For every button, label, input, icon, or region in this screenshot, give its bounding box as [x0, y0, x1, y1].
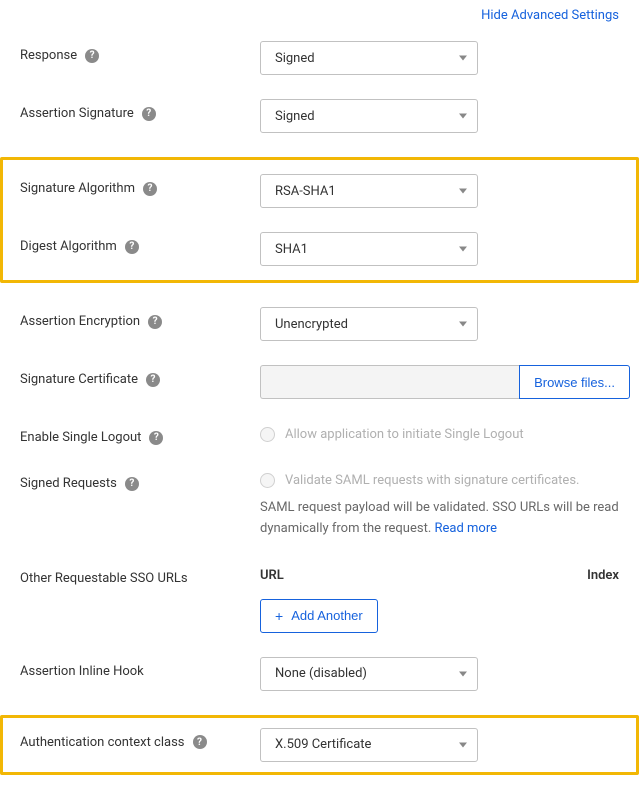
url-column-header: URL [260, 568, 587, 583]
add-another-button[interactable]: + Add Another [260, 599, 378, 633]
help-icon[interactable]: ? [148, 315, 162, 329]
auth-context-highlight-box: Authentication context class ? X.509 Cer… [0, 715, 639, 775]
signature-certificate-row: Signature Certificate ? Browse files... [20, 365, 619, 399]
help-icon[interactable]: ? [85, 49, 99, 63]
assertion-inline-hook-select[interactable]: None (disabled) [260, 657, 478, 691]
signed-requests-label: Signed Requests ? [20, 469, 260, 491]
help-icon[interactable]: ? [193, 735, 207, 749]
help-icon[interactable]: ? [125, 240, 139, 254]
help-icon[interactable]: ? [146, 373, 160, 387]
checkbox-label: Validate SAML requests with signature ce… [285, 473, 579, 488]
response-label: Response ? [20, 41, 260, 63]
index-column-header: Index [587, 568, 619, 583]
browse-files-button[interactable]: Browse files... [519, 365, 630, 399]
assertion-signature-label: Assertion Signature ? [20, 99, 260, 121]
assertion-encryption-label: Assertion Encryption ? [20, 307, 260, 329]
help-icon[interactable]: ? [125, 477, 139, 491]
help-icon[interactable]: ? [143, 182, 157, 196]
chevron-down-icon [459, 56, 467, 61]
digest-algorithm-row: Digest Algorithm ? SHA1 [20, 232, 619, 266]
chevron-down-icon [459, 671, 467, 676]
enable-single-logout-row: Enable Single Logout ? Allow application… [20, 423, 619, 445]
read-more-link[interactable]: Read more [434, 521, 497, 536]
response-select[interactable]: Signed [260, 41, 478, 75]
chevron-down-icon [459, 189, 467, 194]
assertion-encryption-row: Assertion Encryption ? Unencrypted [20, 307, 619, 341]
enable-single-logout-checkbox[interactable] [260, 427, 275, 442]
assertion-signature-select[interactable]: Signed [260, 99, 478, 133]
assertion-signature-row: Assertion Signature ? Signed [20, 99, 619, 133]
signed-requests-row: Signed Requests ? Validate SAML requests… [20, 469, 619, 540]
other-sso-urls-row: Other Requestable SSO URLs URL Index + A… [20, 564, 619, 633]
chevron-down-icon [459, 742, 467, 747]
digest-algorithm-label: Digest Algorithm ? [20, 232, 260, 254]
auth-context-label: Authentication context class ? [20, 728, 260, 750]
chevron-down-icon [459, 322, 467, 327]
url-table-header: URL Index [260, 564, 619, 583]
file-display [260, 365, 519, 399]
chevron-down-icon [459, 114, 467, 119]
checkbox-label: Allow application to initiate Single Log… [285, 427, 524, 442]
signature-certificate-input: Browse files... [260, 365, 630, 399]
signature-algorithm-row: Signature Algorithm ? RSA-SHA1 [20, 174, 619, 208]
plus-icon: + [275, 608, 283, 624]
signature-algorithm-label: Signature Algorithm ? [20, 174, 260, 196]
auth-context-select[interactable]: X.509 Certificate [260, 728, 478, 762]
other-sso-urls-label: Other Requestable SSO URLs [20, 564, 260, 586]
enable-single-logout-label: Enable Single Logout ? [20, 423, 260, 445]
assertion-inline-hook-label: Assertion Inline Hook [20, 657, 260, 679]
algorithm-highlight-box: Signature Algorithm ? RSA-SHA1 Digest Al… [0, 157, 639, 283]
signature-algorithm-select[interactable]: RSA-SHA1 [260, 174, 478, 208]
assertion-encryption-select[interactable]: Unencrypted [260, 307, 478, 341]
signature-certificate-label: Signature Certificate ? [20, 365, 260, 387]
help-icon[interactable]: ? [142, 107, 156, 121]
auth-context-row: Authentication context class ? X.509 Cer… [20, 728, 619, 762]
signed-requests-checkbox[interactable] [260, 473, 275, 488]
help-icon[interactable]: ? [149, 431, 163, 445]
signed-requests-helper: SAML request payload will be validated. … [260, 498, 619, 540]
response-row: Response ? Signed [20, 41, 619, 75]
hide-advanced-settings-link[interactable]: Hide Advanced Settings [481, 8, 619, 23]
chevron-down-icon [459, 247, 467, 252]
digest-algorithm-select[interactable]: SHA1 [260, 232, 478, 266]
assertion-inline-hook-row: Assertion Inline Hook None (disabled) [20, 657, 619, 691]
